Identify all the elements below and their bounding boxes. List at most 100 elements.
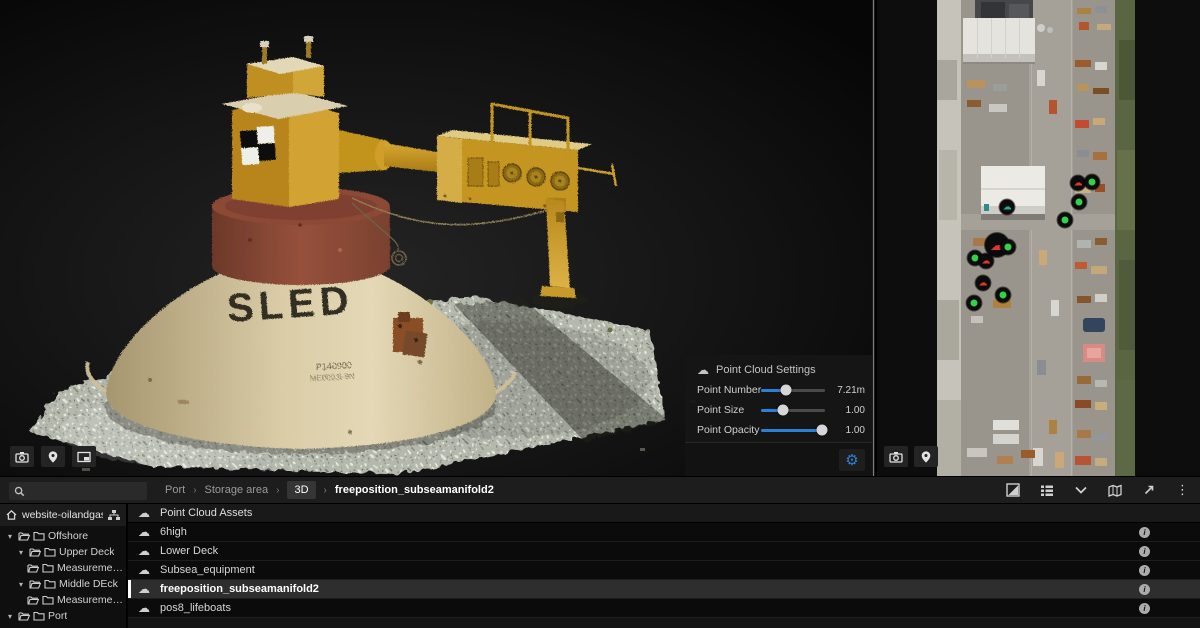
poi-marker[interactable]: ☁ [1070, 175, 1085, 190]
caret-down-icon[interactable]: ▾ [16, 548, 26, 557]
tree-item[interactable]: ▾ Measurement p... [0, 560, 126, 576]
chevron-down-icon[interactable] [1069, 480, 1092, 500]
asset-list: ☁ Point Cloud Assets ☁ 6high i ☁ Lower D… [128, 504, 1200, 628]
cloud-marker-icon: ☁ [981, 256, 990, 265]
poi-marker[interactable]: ☁ [1001, 240, 1016, 255]
asset-row[interactable]: ☁ freeposition_subseamanifold2 i [128, 580, 1200, 599]
asset-list-title: Point Cloud Assets [160, 507, 252, 519]
breadcrumb-separator: › [193, 485, 196, 496]
breadcrumb-item[interactable]: Port [165, 484, 185, 496]
location-button[interactable] [41, 446, 65, 467]
kebab-icon[interactable]: ⋮ [1171, 480, 1194, 500]
minimap-location-button[interactable] [914, 446, 938, 467]
poi-marker[interactable]: ☁ [978, 253, 993, 268]
map-icon[interactable] [1103, 480, 1126, 500]
folder-open-icon [29, 579, 41, 589]
cloud-icon: ☁ [136, 526, 152, 538]
tree-item[interactable]: ▾ Port [0, 608, 126, 624]
slider-handle[interactable] [780, 385, 791, 396]
poi-marker[interactable]: ☁ [1000, 200, 1015, 215]
poi-marker[interactable]: ☁ [975, 276, 990, 291]
asset-row[interactable]: ☁ Lower Deck i [128, 542, 1200, 561]
tree-item-label: Offshore [48, 530, 88, 542]
folder-open-icon [29, 547, 41, 557]
settings-slider-row: Point Size 1.00 [685, 400, 873, 420]
image-icon[interactable] [1001, 480, 1024, 500]
location-pin-icon [920, 450, 932, 464]
caret-down-icon[interactable]: ▾ [16, 580, 26, 589]
slider-handle[interactable] [777, 405, 788, 416]
point-cloud-settings-panel: ☁ Point Cloud Settings Point Number 7.21… [685, 355, 873, 476]
search-input[interactable] [25, 485, 160, 497]
tree-item[interactable]: ▾ Upper Deck [0, 544, 126, 560]
settings-gear-button[interactable]: ⚙ [839, 449, 865, 471]
info-icon[interactable]: i [1139, 527, 1150, 538]
slider-handle[interactable] [816, 425, 827, 436]
tree-item-label: Upper Deck [59, 546, 114, 558]
green-dot-icon [1089, 178, 1096, 185]
green-dot-icon [971, 300, 978, 307]
poi-marker[interactable]: ☁ [995, 288, 1010, 303]
cloud-marker-icon: ☁ [1073, 178, 1082, 187]
info-icon[interactable]: i [1139, 565, 1150, 576]
cloud-icon: ☁ [136, 564, 152, 576]
asset-row[interactable]: ☁ 6high i [128, 523, 1200, 542]
poi-marker[interactable]: ☁ [967, 296, 982, 311]
slider-value: 7.21m [829, 385, 865, 396]
expand-icon[interactable] [1137, 480, 1160, 500]
tree-item-label: Port [48, 610, 67, 622]
minimap-camera-button[interactable] [884, 446, 908, 467]
sitemap-icon[interactable] [108, 510, 120, 521]
poi-marker[interactable]: ☁ [1071, 194, 1086, 209]
3d-viewport[interactable]: SLED P140900 ME0003I-9N [0, 0, 873, 476]
search-box[interactable] [9, 482, 147, 500]
tree-item[interactable]: ▾ Measurement p... [0, 592, 126, 608]
breadcrumb-bar: Port › Storage area › 3D › freeposition_… [0, 476, 1200, 504]
poi-marker[interactable]: ☁ [1057, 212, 1072, 227]
sidebar: website-oilandgas ▾ Offshore [0, 504, 128, 628]
poi-marker[interactable]: ☁ [1085, 174, 1100, 189]
asset-label: Lower Deck [160, 545, 218, 557]
home-icon [6, 510, 17, 520]
site-header[interactable]: website-oilandgas [0, 504, 126, 526]
breadcrumb-item[interactable]: Storage area [205, 484, 269, 496]
tree-item-label: Measurement p... [57, 562, 126, 574]
table-icon[interactable] [1035, 480, 1058, 500]
app-window: SLED P140900 ME0003I-9N [0, 0, 1200, 628]
panel-divider[interactable] [872, 0, 875, 476]
slider-label: Point Opacity [697, 424, 757, 436]
viewport-toolbar [10, 446, 96, 467]
info-icon[interactable]: i [1139, 546, 1150, 557]
folder-open-icon [27, 563, 39, 573]
breadcrumb-item[interactable]: freeposition_subseamanifold2 [335, 484, 494, 496]
screen-share-button[interactable] [72, 446, 96, 467]
breadcrumb-separator: › [276, 485, 279, 496]
camera-button[interactable] [10, 446, 34, 467]
slider-track[interactable] [761, 389, 825, 392]
asset-row[interactable]: ☁ pos8_lifeboats i [128, 599, 1200, 618]
settings-panel-title: Point Cloud Settings [716, 364, 816, 376]
breadcrumb-item[interactable]: 3D [287, 481, 315, 499]
gear-icon: ⚙ [845, 453, 858, 468]
tree-item[interactable]: ▾ Middle DEck [0, 576, 126, 592]
minimap-toolbar [884, 446, 938, 467]
folder-icon [44, 547, 56, 557]
slider-fill [761, 429, 822, 432]
info-icon[interactable]: i [1139, 584, 1150, 595]
asset-label: pos8_lifeboats [160, 602, 231, 614]
green-dot-icon [999, 292, 1006, 299]
caret-down-icon[interactable]: ▾ [5, 612, 15, 621]
green-dot-icon [1005, 244, 1012, 251]
asset-row[interactable]: ☁ Subsea_equipment i [128, 561, 1200, 580]
slider-track[interactable] [761, 409, 825, 412]
tree-item[interactable]: ▾ Offshore [0, 528, 126, 544]
slider-value: 1.00 [829, 405, 865, 416]
slider-track[interactable] [761, 429, 825, 432]
breadcrumb-separator: › [324, 485, 327, 496]
settings-slider-row: Point Number 7.21m [685, 380, 873, 400]
info-icon[interactable]: i [1139, 603, 1150, 614]
caret-down-icon[interactable]: ▾ [5, 532, 15, 541]
cloud-marker-icon: ☁ [978, 279, 987, 288]
model-stencil-text: SLED [226, 278, 355, 331]
aerial-map[interactable]: ☁ ☁ ☁ ☁ [937, 0, 1135, 476]
